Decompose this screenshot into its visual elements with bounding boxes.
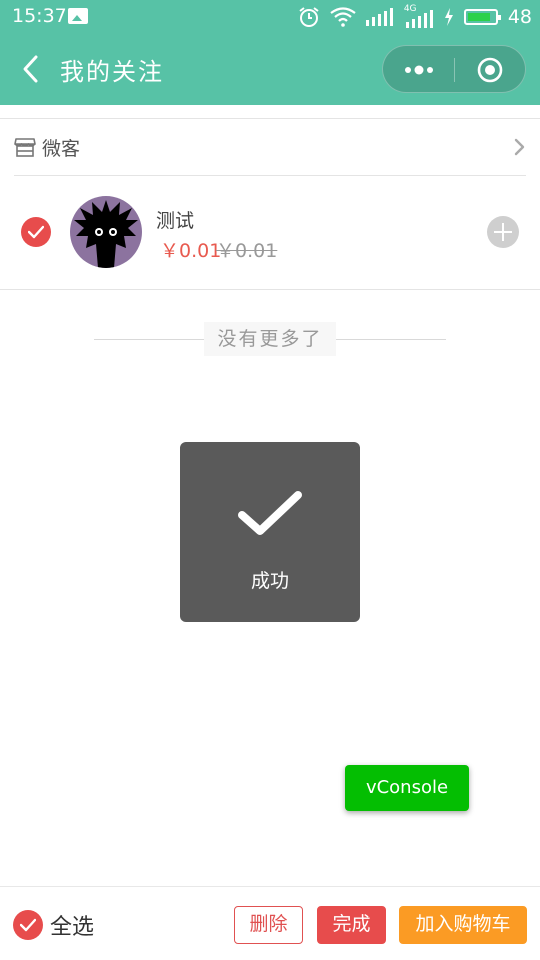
charging-icon xyxy=(444,8,453,26)
wifi-icon xyxy=(330,7,356,27)
shop-name: 微客 xyxy=(42,138,81,160)
header: 15:37 4G 48 我的关注 xyxy=(0,0,540,105)
more-dots-icon[interactable] xyxy=(401,56,437,84)
nav-bar: 我的关注 xyxy=(0,34,540,105)
target-close-icon[interactable] xyxy=(476,56,504,84)
vconsole-button[interactable]: vConsole xyxy=(345,765,469,811)
delete-button[interactable]: 删除 xyxy=(234,906,303,944)
done-button[interactable]: 完成 xyxy=(317,906,386,944)
success-toast: 成功 xyxy=(180,442,360,622)
bottom-action-bar: 全选 删除 完成 加入购物车 xyxy=(0,886,540,960)
spiky-hair-figure-icon xyxy=(74,200,138,268)
divider xyxy=(0,289,540,290)
toast-message: 成功 xyxy=(250,570,289,592)
select-all-label[interactable]: 全选 xyxy=(50,909,94,941)
product-original-price: ￥0.01 xyxy=(216,240,278,262)
capsule-divider xyxy=(454,58,455,82)
signal-4g-bars-icon xyxy=(405,10,433,28)
status-icons: 4G 48 xyxy=(298,4,532,30)
chevron-left-icon[interactable] xyxy=(16,52,46,86)
alarm-icon xyxy=(299,7,319,27)
status-time: 15:37 xyxy=(12,5,67,27)
product-name[interactable]: 测试 xyxy=(156,206,194,233)
item-checkbox[interactable] xyxy=(21,217,51,247)
signal-4g-icon: 4G xyxy=(404,4,434,28)
add-to-cart-button[interactable]: 加入购物车 xyxy=(399,906,527,944)
product-image[interactable] xyxy=(70,196,142,268)
checkmark-icon xyxy=(20,918,36,932)
shop-row[interactable]: 微客 xyxy=(14,122,526,174)
page-title: 我的关注 xyxy=(60,58,164,86)
status-bar: 15:37 4G 48 xyxy=(0,0,540,34)
add-quantity-button[interactable] xyxy=(487,216,519,248)
checkmark-icon xyxy=(238,491,302,535)
chevron-right-icon xyxy=(514,138,525,156)
checkmark-icon xyxy=(28,225,44,239)
battery-level: 48 xyxy=(507,6,532,28)
list-end-text: 没有更多了 xyxy=(204,322,336,356)
divider xyxy=(0,118,540,119)
mini-program-capsule xyxy=(382,45,526,93)
select-all-checkbox[interactable] xyxy=(13,910,43,940)
store-icon xyxy=(14,138,36,157)
list-item: 测试 ￥0.01 ￥0.01 xyxy=(0,176,540,288)
image-notification-icon xyxy=(68,8,88,24)
signal-icon xyxy=(365,8,393,26)
battery-icon xyxy=(463,9,501,25)
product-price: ￥0.01 xyxy=(160,240,222,262)
